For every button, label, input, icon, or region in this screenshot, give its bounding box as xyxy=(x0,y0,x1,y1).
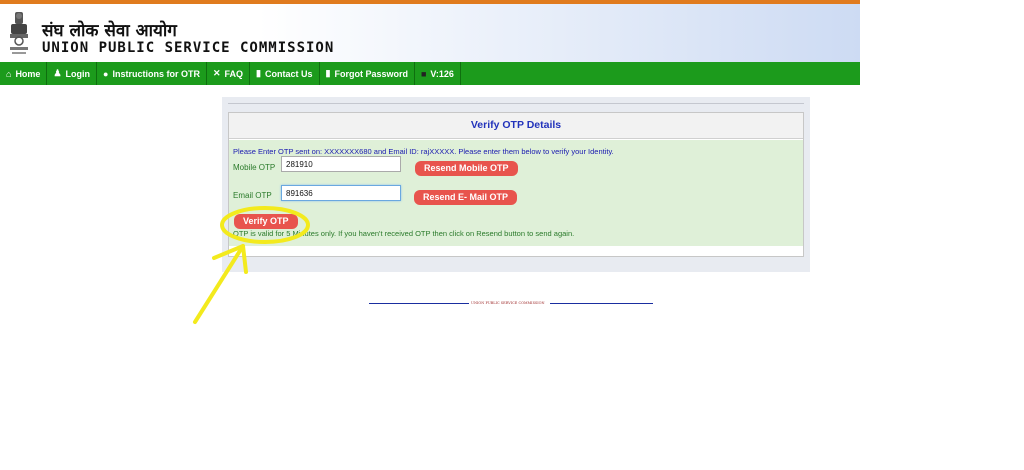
nav-login-label: Login xyxy=(65,68,91,79)
nav-home[interactable]: ⌂ Home xyxy=(0,62,48,85)
nav-instructions-label: Instructions for OTR xyxy=(112,68,200,79)
resend-mobile-otp-button[interactable]: Resend Mobile OTP xyxy=(415,161,518,176)
main-navbar: ⌂ Home ♟ Login ● Instructions for OTR ✕ … xyxy=(0,62,860,85)
nav-login[interactable]: ♟ Login xyxy=(47,62,98,85)
email-otp-label: Email OTP xyxy=(233,191,272,200)
verify-otp-form: Please Enter OTP sent on: XXXXXXX680 and… xyxy=(229,140,803,246)
phone-icon: ▮ xyxy=(256,68,261,78)
otp-validity-note: OTP is valid for 5 Minutes only. If you … xyxy=(233,229,575,238)
footer-text: UNION PUBLIC SERVICE COMMISSION xyxy=(471,301,545,305)
phone-icon: ▮ xyxy=(325,68,331,78)
resend-email-otp-button[interactable]: Resend E- Mail OTP xyxy=(414,190,518,205)
site-title-english: UNION PUBLIC SERVICE COMMISSION xyxy=(42,40,335,56)
otp-instruction-text: Please Enter OTP sent on: XXXXXXX680 and… xyxy=(233,147,614,156)
footer-line-left xyxy=(369,303,469,304)
verify-otp-panel: Verify OTP Details Please Enter OTP sent… xyxy=(228,112,804,257)
nav-contact-us[interactable]: ▮ Contact Us xyxy=(250,62,320,85)
version-icon: ■ xyxy=(420,68,427,79)
tools-icon: ✕ xyxy=(212,68,221,78)
nav-contact-label: Contact Us xyxy=(264,68,313,79)
nav-faq[interactable]: ✕ FAQ xyxy=(207,62,251,85)
site-title-hindi: संघ लोक सेवा आयोग xyxy=(42,21,177,41)
nav-faq-label: FAQ xyxy=(224,68,244,79)
email-otp-input[interactable] xyxy=(281,185,401,201)
nav-version: ■ V:126 xyxy=(415,62,461,85)
info-icon: ● xyxy=(103,68,109,79)
nav-forgot-label: Forgot Password xyxy=(334,68,408,79)
nav-forgot-password[interactable]: ▮ Forgot Password xyxy=(320,62,415,85)
nav-home-label: Home xyxy=(15,68,41,79)
nav-version-label: V:126 xyxy=(430,68,454,79)
mobile-otp-label: Mobile OTP xyxy=(233,163,276,172)
ashoka-emblem-icon xyxy=(10,12,28,54)
mobile-otp-input[interactable] xyxy=(281,156,401,172)
panel-divider xyxy=(228,103,804,104)
nav-instructions-otr[interactable]: ● Instructions for OTR xyxy=(97,62,207,85)
verify-otp-button[interactable]: Verify OTP xyxy=(234,214,298,229)
user-icon: ♟ xyxy=(53,68,62,78)
verify-otp-heading: Verify OTP Details xyxy=(229,113,803,139)
footer-line-right xyxy=(550,303,653,304)
site-header: संघ लोक सेवा आयोग UNION PUBLIC SERVICE C… xyxy=(0,4,860,62)
home-icon: ⌂ xyxy=(6,68,12,79)
